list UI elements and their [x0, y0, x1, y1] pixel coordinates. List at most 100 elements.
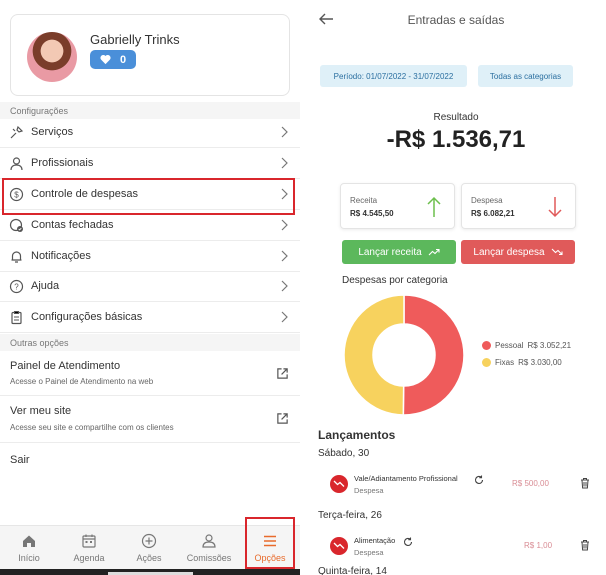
repeat-icon [404, 537, 413, 546]
add-expense-button[interactable]: Lançar despesa [461, 240, 575, 264]
category-filter-chip[interactable]: Todas as categorias [478, 65, 573, 87]
chevron-right-icon [281, 311, 288, 323]
profile-name: Gabrielly Trinks [90, 32, 180, 47]
ver-meu-site-row[interactable]: Ver meu site Acesse seu site e compartil… [0, 397, 300, 443]
day-label: Sábado, 30 [318, 448, 370, 459]
menu-item-ajuda[interactable]: ? Ajuda [0, 271, 300, 302]
trash-icon[interactable] [580, 477, 590, 489]
avatar [27, 32, 77, 82]
nav-acoes[interactable]: Ações [121, 526, 177, 570]
menu-item-label: Profissionais [31, 157, 94, 169]
nav-label: Comissões [186, 553, 232, 563]
external-link-icon [277, 413, 288, 424]
points-value: 0 [119, 53, 127, 66]
screen-title: Entradas e saídas [407, 13, 505, 27]
entry-type: Despesa [354, 486, 384, 495]
menu-item-label: Configurações básicas [31, 311, 143, 323]
day-label: Terça-feira, 26 [318, 510, 382, 521]
nav-highlight-box [245, 517, 295, 569]
painel-atendimento-subtitle: Acesse o Painel de Atendimento na web [10, 377, 154, 386]
entry-value: R$ 1,00 [524, 541, 553, 550]
entry-title: Vale/Adiantamento Profissional [354, 474, 458, 483]
day-label: Quinta-feira, 14 [318, 566, 387, 575]
nav-agenda[interactable]: Agenda [61, 526, 117, 570]
plus-circle-icon [141, 533, 157, 549]
expenses-screen: Entradas e saídas Período: 01/07/2022 - … [306, 0, 606, 575]
donut-slice-pessoal [402, 294, 465, 416]
config-section-label: Configurações [10, 106, 69, 116]
menu-item-label: Notificações [31, 250, 91, 262]
menu-item-label: Ajuda [31, 280, 60, 292]
period-filter-chip[interactable]: Período: 01/07/2022 - 31/07/2022 [320, 65, 467, 87]
arrow-down-icon [548, 197, 562, 218]
result-value: -R$ 1.536,71 [386, 126, 526, 153]
menu-item-label: Contas fechadas [31, 219, 114, 231]
logout-row[interactable]: Sair [0, 444, 300, 474]
heart-icon [100, 54, 111, 65]
income-label: Receita [350, 196, 378, 205]
external-link-icon [277, 368, 288, 379]
repeat-icon [475, 475, 484, 484]
nav-comissoes[interactable]: Comissões [181, 526, 237, 570]
trend-up-icon [428, 248, 440, 256]
legend-item-pessoal: Pessoal R$ 3.052,21 [482, 341, 571, 350]
trend-down-icon [333, 542, 345, 549]
legend-name: Fixas [495, 358, 515, 367]
nav-inicio[interactable]: Início [1, 526, 57, 570]
donut-slice-fixas [343, 294, 405, 416]
expense-value: R$ 6.082,21 [471, 209, 515, 218]
nav-label: Ações [136, 553, 162, 563]
expense-entry-icon [330, 537, 348, 555]
expense-label: Despesa [471, 196, 503, 205]
other-section-label: Outras opções [10, 338, 69, 348]
svg-text:?: ? [14, 283, 19, 292]
painel-atendimento-row[interactable]: Painel de Atendimento Acesse o Painel de… [0, 351, 300, 396]
legend-value: R$ 3.030,00 [518, 358, 562, 367]
add-income-button[interactable]: Lançar receita [342, 240, 456, 264]
entry-value: R$ 500,00 [512, 479, 549, 488]
commission-icon [202, 534, 216, 548]
trend-down-icon [333, 480, 345, 487]
chevron-right-icon [281, 280, 288, 292]
chevron-right-icon [281, 250, 288, 262]
add-income-label: Lançar receita [358, 246, 422, 258]
entry-type: Despesa [354, 548, 384, 557]
menu-item-servicos[interactable]: Serviços [0, 117, 300, 148]
calendar-icon [82, 534, 96, 548]
trend-down-icon [551, 248, 563, 256]
nav-label: Agenda [73, 553, 105, 563]
ver-meu-site-subtitle: Acesse seu site e compartilhe com os cli… [10, 423, 174, 432]
add-expense-label: Lançar despesa [473, 246, 545, 258]
arrow-up-icon [427, 196, 441, 217]
ver-meu-site-title: Ver meu site [10, 405, 72, 417]
expenses-donut-chart [343, 294, 465, 416]
chevron-right-icon [281, 157, 288, 169]
income-card: Receita R$ 4.545,50 [340, 183, 455, 229]
result-label: Resultado [433, 112, 479, 123]
trash-icon[interactable] [580, 539, 590, 551]
home-icon [23, 535, 35, 547]
chevron-right-icon [281, 219, 288, 231]
menu-item-configuracoes-basicas[interactable]: Configurações básicas [0, 302, 300, 333]
expense-card: Despesa R$ 6.082,21 [461, 183, 576, 229]
income-value: R$ 4.545,50 [350, 209, 394, 218]
help-icon: ? [9, 279, 24, 294]
chart-title: Despesas por categoria [342, 275, 448, 286]
person-icon [9, 156, 24, 171]
highlight-box [2, 178, 295, 215]
list-item[interactable]: Vale/Adiantamento Profissional Despesa R… [318, 468, 598, 502]
closed-accounts-icon [9, 218, 24, 233]
points-badge: 0 [90, 50, 136, 69]
nav-label: Início [18, 553, 40, 563]
legend-dot [482, 358, 491, 367]
expense-entry-icon [330, 475, 348, 493]
profile-card[interactable]: Gabrielly Trinks 0 [10, 14, 290, 96]
bell-icon [9, 249, 24, 264]
legend-dot [482, 341, 491, 350]
logout-label: Sair [10, 454, 30, 466]
menu-item-notificacoes[interactable]: Notificações [0, 241, 300, 272]
clipboard-icon [9, 310, 24, 325]
tools-icon [9, 125, 24, 140]
menu-item-profissionais[interactable]: Profissionais [0, 148, 300, 179]
list-item[interactable]: Alimentação Despesa R$ 1,00 [318, 530, 598, 564]
